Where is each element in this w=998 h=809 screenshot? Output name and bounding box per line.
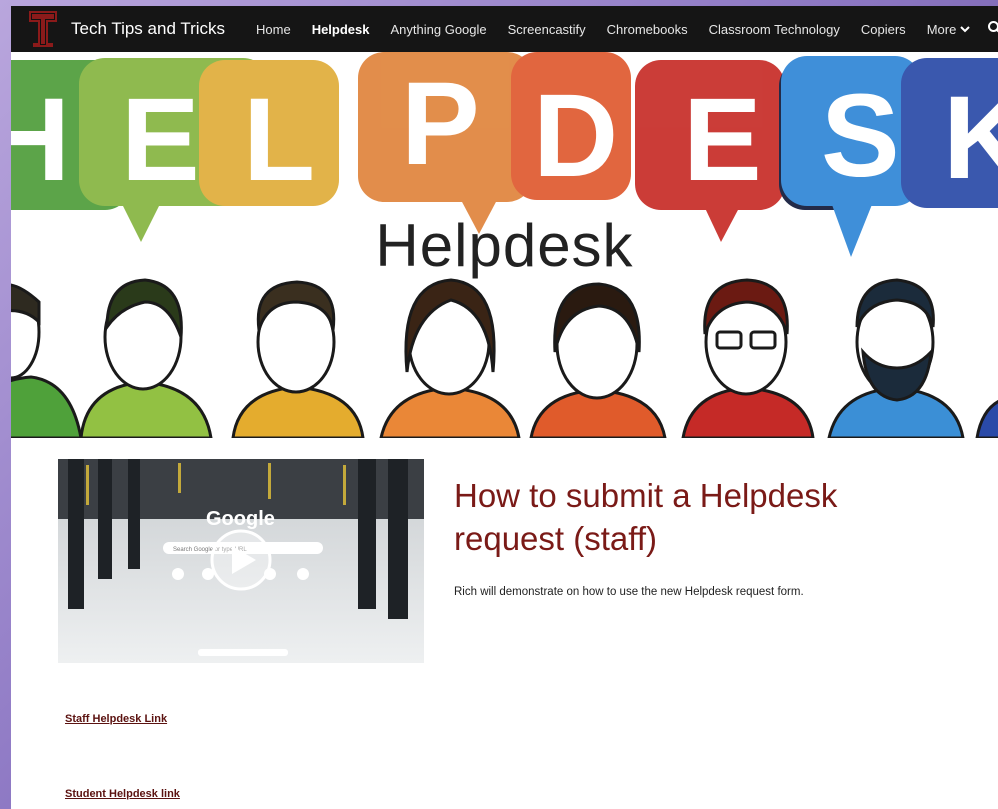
nav-more-label: More — [926, 21, 957, 37]
nav-links: Home Helpdesk Anything Google Screencast… — [256, 6, 971, 52]
nav-item-screencastify[interactable]: Screencastify — [508, 22, 586, 37]
video-brand-text: Google — [206, 508, 275, 530]
section-heading: How to submit a Helpdesk request (staff) — [454, 477, 838, 557]
chevron-down-icon — [960, 26, 971, 33]
banner-letter-p: P — [401, 58, 480, 190]
nav-item-chromebooks[interactable]: Chromebooks — [607, 22, 688, 37]
hero-title: Helpdesk — [375, 212, 634, 279]
nav-item-anything-google[interactable]: Anything Google — [391, 22, 487, 37]
staff-helpdesk-link[interactable]: Staff Helpdesk Link — [65, 713, 167, 725]
section-description: Rich will demonstrate on how to use the … — [454, 586, 804, 598]
banner-letter-d: D — [533, 70, 618, 202]
banner-letter-s: S — [821, 70, 900, 202]
banner-letter-h: H — [11, 74, 70, 206]
site-title[interactable]: Tech Tips and Tricks — [71, 19, 225, 39]
top-navbar: Tech Tips and Tricks Home Helpdesk Anyth… — [11, 6, 998, 52]
page: Tech Tips and Tricks Home Helpdesk Anyth… — [11, 6, 998, 809]
banner-letter-l: L — [243, 74, 315, 206]
nav-more-menu[interactable]: More — [927, 22, 971, 37]
video-thumbnail[interactable]: Google Search Google or type URL — [58, 459, 424, 663]
nav-item-copiers[interactable]: Copiers — [861, 22, 906, 37]
hero-banner: H E L P D E S K Helpdesk — [11, 52, 998, 438]
logo-icon[interactable] — [29, 11, 57, 47]
student-helpdesk-link[interactable]: Student Helpdesk link — [65, 788, 180, 800]
banner-letter-e2: E — [683, 74, 762, 206]
nav-item-classroom-technology[interactable]: Classroom Technology — [709, 22, 840, 37]
nav-item-helpdesk[interactable]: Helpdesk — [312, 22, 370, 37]
nav-item-home[interactable]: Home — [256, 22, 291, 37]
video-preview-image: Google Search Google or type URL — [58, 459, 424, 663]
search-icon[interactable] — [987, 20, 998, 36]
banner-letter-e: E — [121, 74, 200, 206]
banner-letter-k: K — [943, 72, 998, 204]
